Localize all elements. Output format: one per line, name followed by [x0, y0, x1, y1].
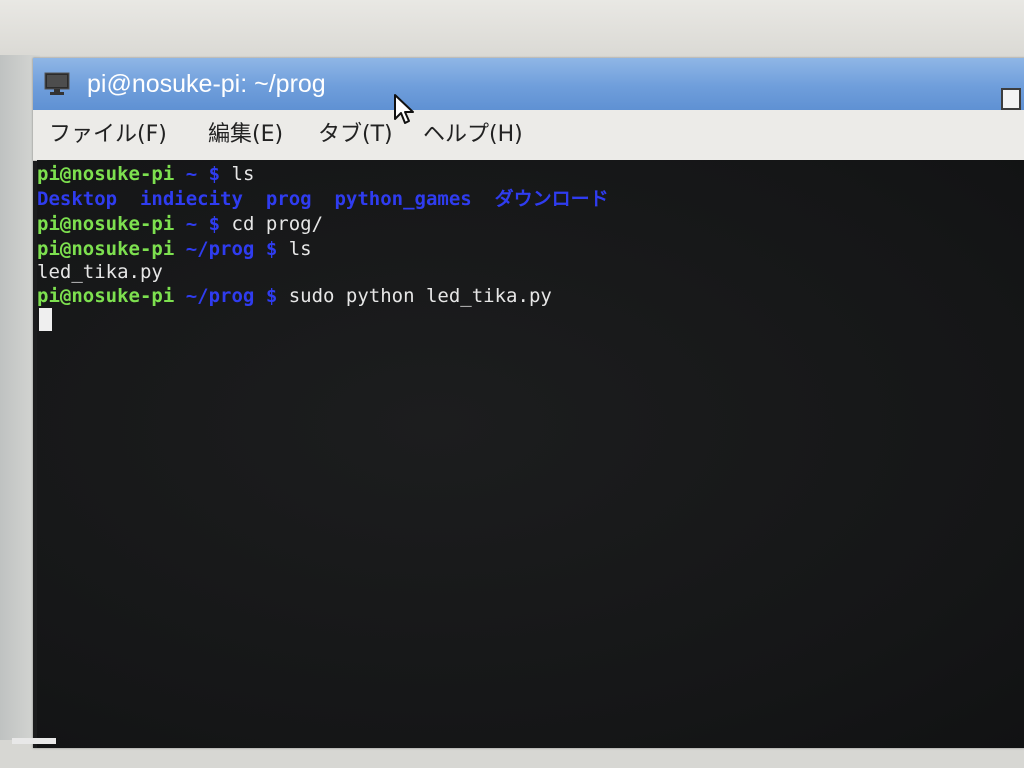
title-bar[interactable]: pi@nosuke-pi: ~/prog [33, 58, 1024, 110]
terminal-output[interactable]: pi@nosuke-pi ~ $ ls Desktop indiecity pr… [37, 160, 1024, 748]
terminal-window: pi@nosuke-pi: ~/prog ファイル(F) 編集(E) タブ(T)… [33, 58, 1024, 748]
menu-tab[interactable]: タブ(T) [318, 120, 393, 150]
command-text: cd prog/ [220, 213, 324, 235]
ls-entry: prog [265, 188, 312, 210]
prompt-path: ~/prog [185, 238, 255, 260]
prompt-path: ~ [185, 213, 198, 235]
menu-edit[interactable]: 編集(E) [208, 120, 283, 150]
prompt-symbol: $ [208, 213, 221, 235]
prompt-path: ~ [185, 163, 198, 185]
menu-bar: ファイル(F) 編集(E) タブ(T) ヘルプ(H) [33, 110, 1024, 161]
terminal-line: pi@nosuke-pi ~/prog $ sudo python led_ti… [37, 284, 552, 309]
window-title: pi@nosuke-pi: ~/prog [87, 70, 326, 98]
prompt-symbol: $ [208, 163, 221, 185]
menu-file[interactable]: ファイル(F) [49, 120, 167, 150]
mouse-pointer-icon [394, 94, 414, 124]
scrollbar[interactable] [12, 738, 56, 744]
menu-help[interactable]: ヘルプ(H) [423, 120, 523, 150]
output-text: led_tika.py [37, 261, 163, 283]
command-text: ls [220, 163, 255, 185]
ls-entry: indiecity [139, 188, 243, 210]
ls-entry: Desktop [37, 188, 118, 210]
prompt-user: pi@nosuke-pi [37, 163, 175, 185]
prompt-user: pi@nosuke-pi [37, 213, 175, 235]
terminal-line: pi@nosuke-pi ~ $ ls [37, 162, 254, 187]
monitor-icon [44, 72, 70, 95]
prompt-symbol: $ [265, 238, 278, 260]
ls-entry: python_games [334, 188, 472, 210]
prompt-path: ~/prog [185, 285, 255, 307]
terminal-line: led_tika.py [37, 260, 163, 285]
terminal-line: pi@nosuke-pi ~ $ cd prog/ [37, 212, 323, 237]
prompt-user: pi@nosuke-pi [37, 285, 175, 307]
text-cursor [39, 308, 52, 331]
monitor-bezel-top [0, 0, 1024, 62]
prompt-symbol: $ [265, 285, 278, 307]
terminal-line: pi@nosuke-pi ~/prog $ ls [37, 237, 312, 262]
prompt-user: pi@nosuke-pi [37, 238, 175, 260]
maximize-button[interactable] [1001, 88, 1021, 110]
command-text: ls [277, 238, 312, 260]
terminal-line: Desktop indiecity prog python_games ダウンロ… [37, 187, 609, 212]
command-text: sudo python led_tika.py [277, 285, 552, 307]
ls-entry: ダウンロード [494, 188, 609, 210]
